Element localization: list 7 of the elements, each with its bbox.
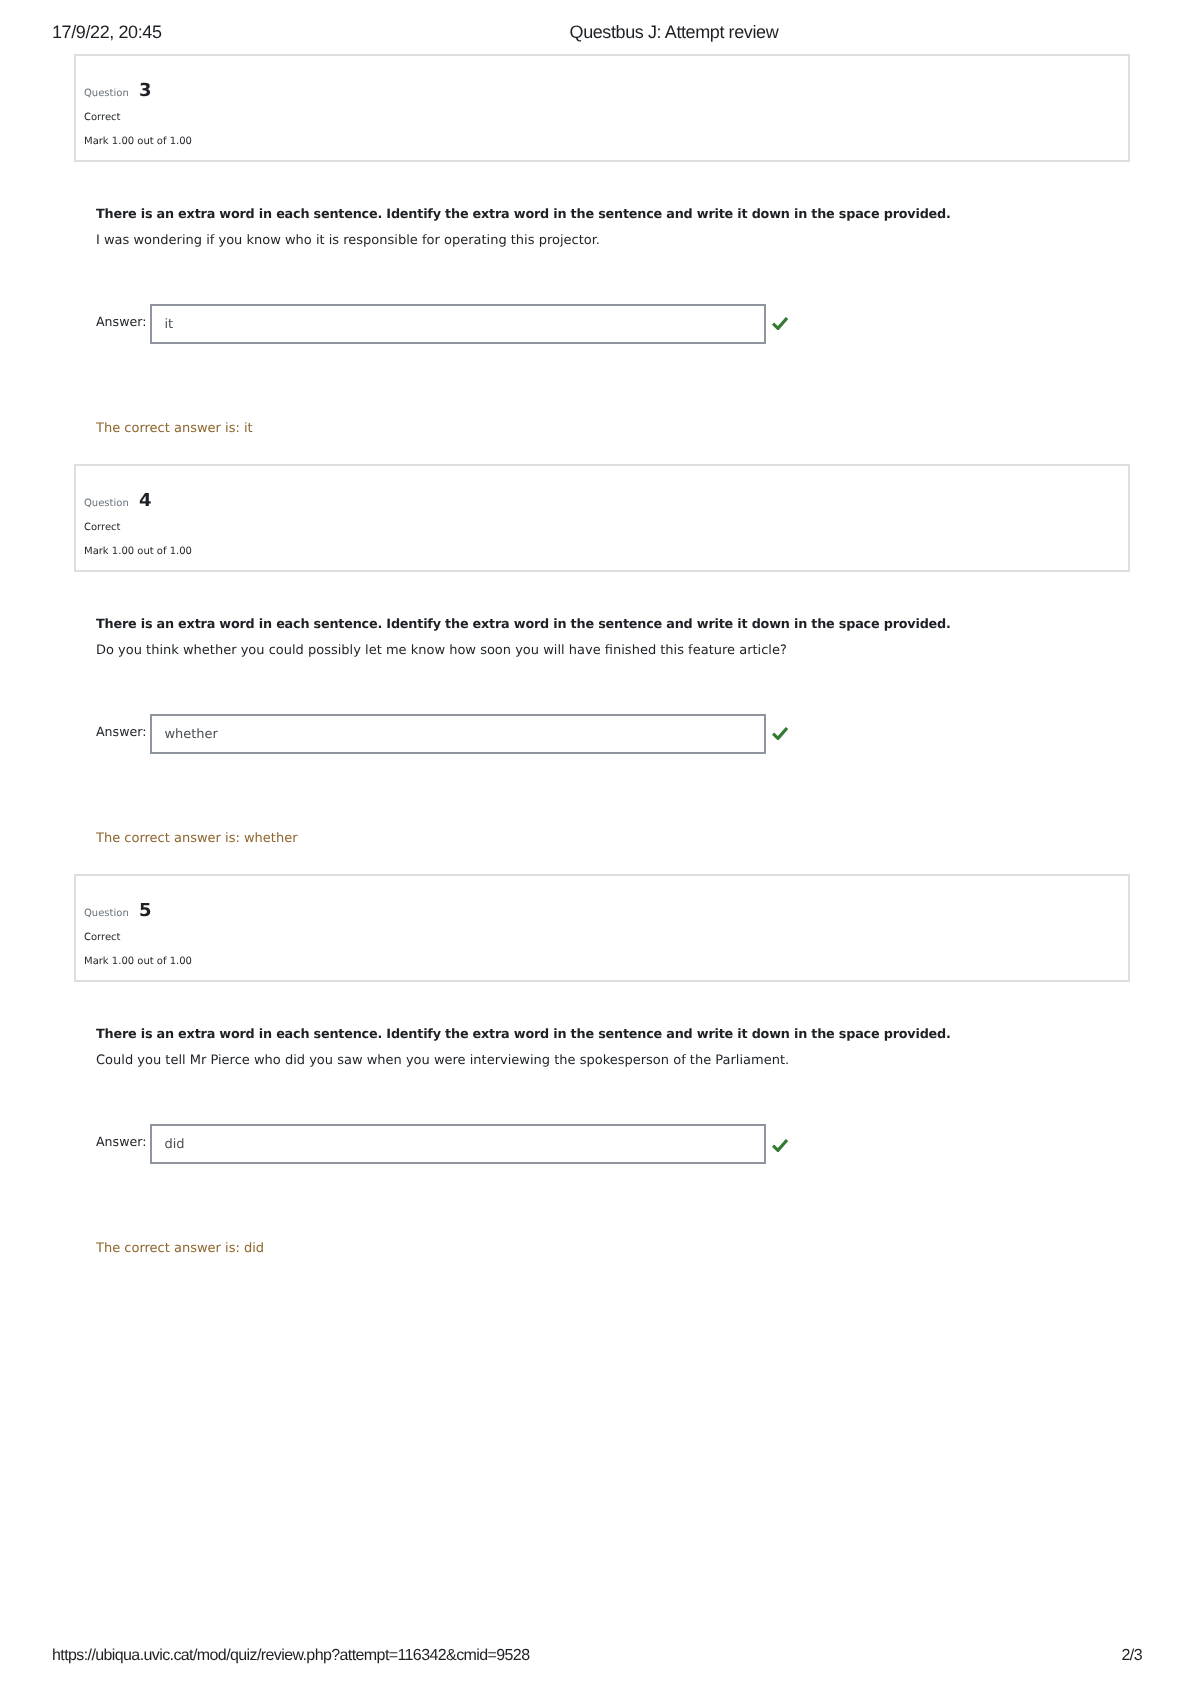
page-number: 2/3 [1121, 1644, 1142, 1668]
question-number: 4 [138, 491, 152, 512]
print-date: 17/9/22, 20:45 [52, 20, 162, 46]
question-number: 3 [138, 81, 152, 101]
question-number: 5 [138, 901, 152, 922]
page-title: Questbus J: Attempt review [569, 20, 779, 46]
page-url: https://ubiqua.uvic.cat/mod/quiz/review.php?attempt=116342&cmid=9528 [52, 1644, 530, 1668]
